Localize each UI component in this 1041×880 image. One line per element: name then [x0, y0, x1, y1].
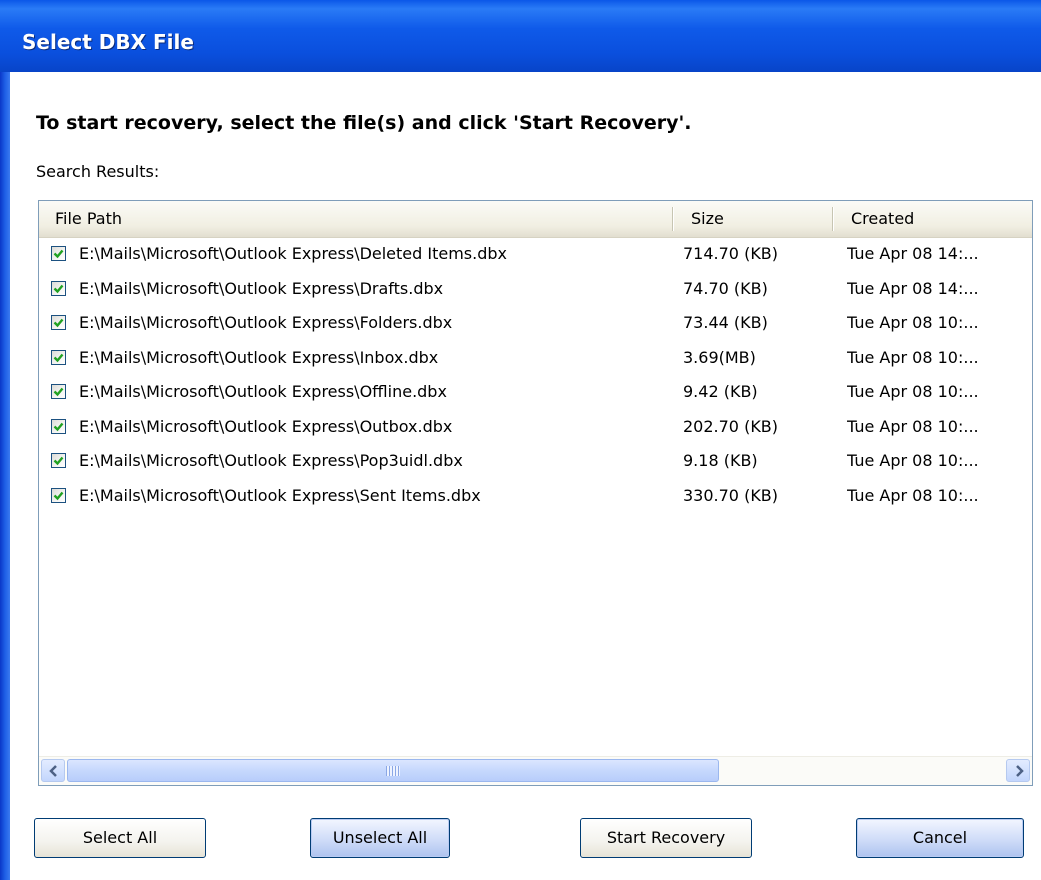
row-checkbox[interactable]: [51, 418, 66, 434]
checkmark-icon: [53, 353, 64, 362]
cell-created: Tue Apr 08 10:...: [847, 313, 979, 332]
title-bar[interactable]: Select DBX File: [0, 0, 1041, 72]
cell-size: 202.70 (KB): [683, 416, 779, 436]
cell-created: Tue Apr 08 10:...: [847, 347, 979, 367]
row-checkbox[interactable]: [51, 246, 66, 261]
search-results-label: Search Results:: [36, 162, 160, 181]
table-row[interactable]: E:\Mails\Microsoft\Outlook Express\Delet…: [39, 238, 1032, 273]
cell-size: 73.44 (KB): [683, 313, 768, 332]
cell-file-path: E:\Mails\Microsoft\Outlook Express\Outbo…: [79, 416, 453, 436]
cell-created: Tue Apr 08 14:...: [847, 244, 979, 263]
checkmark-icon: [53, 318, 64, 328]
checkmark-icon: [53, 491, 64, 500]
cell-size: 330.70 (KB): [683, 485, 779, 505]
cell-created: Tue Apr 08 10:...: [847, 451, 979, 470]
cell-size: 3.69(MB): [683, 347, 756, 367]
table-row[interactable]: E:\Mails\Microsoft\Outlook Express\Offli…: [39, 376, 1032, 411]
cancel-button[interactable]: Cancel: [856, 818, 1024, 858]
scroll-left-button[interactable]: [41, 759, 65, 782]
table-row[interactable]: E:\Mails\Microsoft\Outlook Express\Sent …: [39, 480, 1032, 515]
instruction-text: To start recovery, select the file(s) an…: [36, 112, 692, 134]
horizontal-scrollbar[interactable]: [39, 756, 1032, 785]
window-title: Select DBX File: [22, 30, 194, 54]
checkmark-icon: [53, 249, 64, 259]
unselect-all-button[interactable]: Unselect All: [310, 818, 450, 858]
file-list[interactable]: File Path Size Created E:\Mails\Microsof…: [38, 200, 1033, 786]
cell-file-path: E:\Mails\Microsoft\Outlook Express\Offli…: [79, 382, 447, 401]
row-checkbox[interactable]: [51, 384, 66, 399]
table-row[interactable]: E:\Mails\Microsoft\Outlook Express\Folde…: [39, 307, 1032, 342]
select-all-button[interactable]: Select All: [34, 818, 206, 858]
start-recovery-button[interactable]: Start Recovery: [580, 818, 752, 858]
dialog-content: To start recovery, select the file(s) an…: [10, 72, 1041, 880]
chevron-right-icon: [1016, 765, 1024, 777]
cell-file-path: E:\Mails\Microsoft\Outlook Express\Folde…: [79, 313, 453, 332]
column-divider[interactable]: [672, 207, 673, 231]
cell-file-path: E:\Mails\Microsoft\Outlook Express\Delet…: [79, 244, 508, 263]
checkmark-icon: [53, 387, 64, 397]
scroll-right-button[interactable]: [1006, 759, 1030, 782]
cell-created: Tue Apr 08 10:...: [847, 382, 979, 401]
list-header: File Path Size Created: [39, 201, 1032, 238]
window-frame-left: [0, 72, 10, 880]
table-row[interactable]: E:\Mails\Microsoft\Outlook Express\Pop3u…: [39, 445, 1032, 480]
column-header-created[interactable]: Created: [851, 201, 914, 237]
table-row[interactable]: E:\Mails\Microsoft\Outlook Express\Outbo…: [39, 411, 1032, 446]
column-header-file-path[interactable]: File Path: [55, 201, 122, 237]
column-header-size[interactable]: Size: [691, 201, 724, 237]
cell-file-path: E:\Mails\Microsoft\Outlook Express\Pop3u…: [79, 451, 463, 470]
cell-created: Tue Apr 08 10:...: [847, 485, 979, 505]
row-checkbox[interactable]: [51, 487, 66, 503]
cell-created: Tue Apr 08 10:...: [847, 416, 979, 436]
cell-size: 74.70 (KB): [683, 278, 768, 298]
checkmark-icon: [53, 422, 64, 431]
row-checkbox[interactable]: [51, 349, 66, 365]
cell-file-path: E:\Mails\Microsoft\Outlook Express\Draft…: [79, 278, 444, 298]
row-checkbox[interactable]: [51, 280, 66, 296]
file-rows: E:\Mails\Microsoft\Outlook Express\Delet…: [39, 238, 1032, 514]
column-divider[interactable]: [832, 207, 833, 231]
checkmark-icon: [53, 456, 64, 466]
grip-icon: [386, 766, 400, 776]
cell-created: Tue Apr 08 14:...: [847, 278, 979, 298]
table-row[interactable]: E:\Mails\Microsoft\Outlook Express\Draft…: [39, 273, 1032, 308]
chevron-left-icon: [49, 765, 57, 777]
row-checkbox[interactable]: [51, 315, 66, 330]
checkmark-icon: [53, 284, 64, 293]
cell-size: 714.70 (KB): [683, 244, 779, 263]
row-checkbox[interactable]: [51, 453, 66, 468]
cell-file-path: E:\Mails\Microsoft\Outlook Express\Sent …: [79, 485, 481, 505]
cell-size: 9.42 (KB): [683, 382, 758, 401]
select-dbx-dialog: Select DBX File To start recovery, selec…: [0, 0, 1041, 880]
scroll-thumb[interactable]: [67, 759, 719, 782]
table-row[interactable]: E:\Mails\Microsoft\Outlook Express\Inbox…: [39, 342, 1032, 377]
cell-size: 9.18 (KB): [683, 451, 758, 470]
cell-file-path: E:\Mails\Microsoft\Outlook Express\Inbox…: [79, 347, 439, 367]
